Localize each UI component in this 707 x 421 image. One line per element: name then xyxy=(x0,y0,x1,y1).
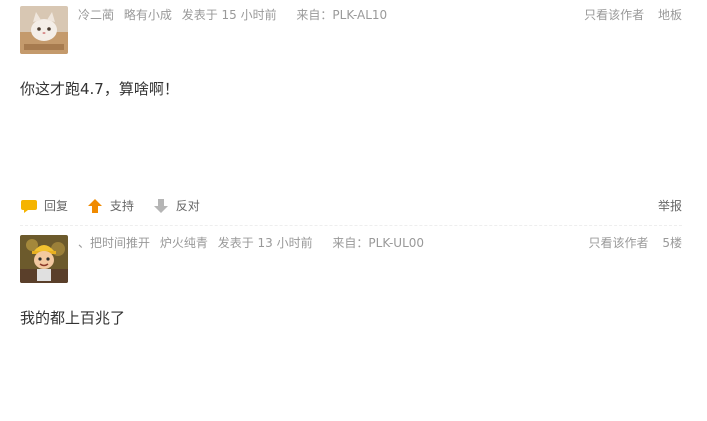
post-meta-right: 只看该作者 5楼 xyxy=(589,233,682,253)
post-1: 冷二蔺 略有小成 发表于 15 小时前 来自：PLK-AL10 只看该作者 地板… xyxy=(20,0,682,226)
author-rank: 略有小成 xyxy=(123,8,172,22)
post-time: 发表于 15 小时前 xyxy=(181,8,277,22)
post-meta-left: 冷二蔺 略有小成 发表于 15 小时前 来自：PLK-AL10 xyxy=(78,5,393,25)
author-name[interactable]: 冷二蔺 xyxy=(78,8,114,22)
post-source: 来自：PLK-AL10 xyxy=(296,8,388,22)
author-name[interactable]: 、把时间推开 xyxy=(78,236,150,250)
arrow-down-icon xyxy=(152,197,170,215)
post-meta-right: 只看该作者 地板 xyxy=(584,5,682,25)
post-2: 、把时间推开 炉火纯青 发表于 13 小时前 来自：PLK-UL00 只看该作者… xyxy=(20,225,682,421)
support-button[interactable]: 支持 xyxy=(86,196,134,216)
reply-button[interactable]: 回复 xyxy=(20,196,68,216)
oppose-label: 反对 xyxy=(175,199,200,213)
only-author-link[interactable]: 只看该作者 xyxy=(589,236,649,250)
support-label: 支持 xyxy=(109,199,134,213)
reply-label: 回复 xyxy=(44,199,69,213)
post-meta: 冷二蔺 略有小成 发表于 15 小时前 来自：PLK-AL10 只看该作者 地板 xyxy=(20,5,682,25)
speech-bubble-icon xyxy=(20,197,38,215)
only-author-link[interactable]: 只看该作者 xyxy=(584,8,644,22)
oppose-button[interactable]: 反对 xyxy=(152,196,200,216)
author-rank: 炉火纯青 xyxy=(159,236,208,250)
arrow-up-icon xyxy=(86,197,104,215)
floor-label[interactable]: 地板 xyxy=(658,8,682,22)
post-meta-left: 、把时间推开 炉火纯青 发表于 13 小时前 来自：PLK-UL00 xyxy=(78,233,430,253)
report-link[interactable]: 举报 xyxy=(658,196,682,216)
post-time: 发表于 13 小时前 xyxy=(217,236,313,250)
post-source: 来自：PLK-UL00 xyxy=(332,236,425,250)
post-content: 你这才跑4.7，算啥啊！ xyxy=(20,80,179,98)
post-actions: 回复 支持 反对 举报 xyxy=(20,196,682,216)
post-content: 我的都上百兆了 xyxy=(20,309,126,327)
post-meta: 、把时间推开 炉火纯青 发表于 13 小时前 来自：PLK-UL00 只看该作者… xyxy=(20,233,682,253)
floor-label[interactable]: 5楼 xyxy=(662,236,682,250)
